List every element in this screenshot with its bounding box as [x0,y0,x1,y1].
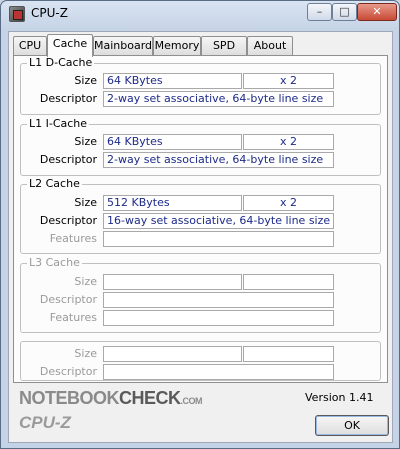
l3-descriptor-label: Descriptor [39,293,97,306]
l2-count-field: x 2 [243,195,334,211]
l1d-size-label: Size [74,74,97,87]
l1d-descriptor-field: 2-way set associative, 64-byte line size [103,91,334,107]
l1i-descriptor-field: 2-way set associative, 64-byte line size [103,152,334,168]
title-bar[interactable]: CPU-Z – □ ✕ [1,1,399,29]
l1i-count-field: x 2 [243,134,334,150]
l1d-cache-group: L1 D-Cache Size 64 KBytes x 2 Descriptor… [20,56,381,115]
l2-descriptor-field: 16-way set associative, 64-byte line siz… [103,213,334,229]
watermark-part3: .COM [180,396,203,406]
l3-features-label: Features [49,311,97,324]
cpuz-footer-logo: CPU-Z [19,413,71,432]
l2-size-field: 512 KBytes [103,195,242,211]
notebookcheck-watermark: NOTEBOOKCHECK.COM [19,388,203,409]
l2-features-label: Features [49,232,97,245]
version-label: Version 1.41 [305,391,374,404]
tab-about[interactable]: About [247,36,293,56]
watermark-part2: CHECK [119,388,181,408]
l2-cache-title: L2 Cache [27,177,82,190]
tab-cpu[interactable]: CPU [13,36,47,56]
l1d-size-field: 64 KBytes [103,73,242,89]
window-title: CPU-Z [31,6,68,20]
l3-features-field [103,310,334,326]
l3-count-field [243,274,334,290]
extra-count-field [243,346,334,362]
tab-mainboard[interactable]: Mainboard [93,36,153,56]
client-area: CPU Cache Mainboard Memory SPD About L1 … [8,31,393,443]
cache-panel: L1 D-Cache Size 64 KBytes x 2 Descriptor… [13,55,388,383]
l2-descriptor-label: Descriptor [39,214,97,227]
minimize-button[interactable]: – [307,3,332,21]
maximize-button[interactable]: □ [332,3,357,21]
tab-cache[interactable]: Cache [47,34,93,57]
l3-cache-title: L3 Cache [27,256,82,269]
tab-spd[interactable]: SPD [201,36,247,56]
extra-cache-group: Size Descriptor [20,341,381,381]
l2-features-field [103,231,334,247]
l1d-descriptor-label: Descriptor [39,92,97,105]
cpuz-app-icon [9,6,25,22]
l3-descriptor-field [103,292,334,308]
extra-descriptor-field [103,364,334,380]
l1i-cache-title: L1 I-Cache [27,117,90,130]
l1i-descriptor-label: Descriptor [39,153,97,166]
l3-size-field [103,274,242,290]
extra-size-label: Size [74,347,97,360]
extra-descriptor-label: Descriptor [39,365,97,378]
l2-size-label: Size [74,196,97,209]
close-button[interactable]: ✕ [357,3,397,21]
watermark-part1: NOTEBOOK [19,388,120,408]
tab-memory[interactable]: Memory [153,36,201,56]
l1i-size-field: 64 KBytes [103,134,242,150]
l1d-cache-title: L1 D-Cache [27,56,95,69]
l1i-cache-group: L1 I-Cache Size 64 KBytes x 2 Descriptor… [20,117,381,176]
l2-cache-group: L2 Cache Size 512 KBytes x 2 Descriptor … [20,177,381,254]
l1i-size-label: Size [74,135,97,148]
l1d-count-field: x 2 [243,73,334,89]
l3-size-label: Size [74,275,97,288]
extra-size-field [103,346,242,362]
cpuz-window: CPU-Z – □ ✕ CPU Cache Mainboard Memory S… [0,0,400,449]
ok-button[interactable]: OK [315,415,389,436]
l3-cache-group: L3 Cache Size Descriptor Features [20,256,381,333]
